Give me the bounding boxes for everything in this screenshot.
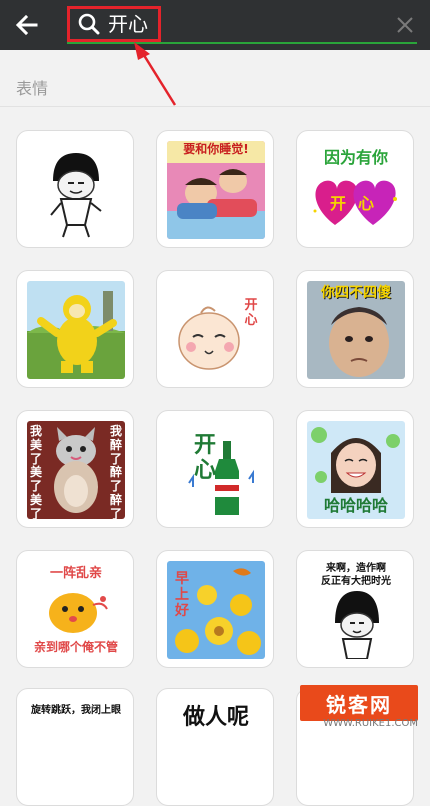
- sticker-baby-face: 开心: [167, 281, 265, 379]
- watermark-url: WWW.RUIKE1.COM: [323, 718, 418, 729]
- sticker-tile[interactable]: [16, 270, 134, 388]
- sticker-boy-photo: 你四不四傻: [307, 281, 405, 379]
- sticker-caption: 你四不四傻: [321, 285, 391, 301]
- sticker-caption-2: 反正有大把时光: [321, 576, 391, 587]
- sticker-grid: 要和你睡觉! 因为有你 开心 开心 你四不四傻 我美了美了美了 我醉了醉了醉了 …: [0, 0, 430, 806]
- sticker-caption-2: 亲到哪个俺不管: [33, 640, 118, 654]
- sticker-caption: 开心: [244, 298, 258, 328]
- sticker-tile[interactable]: 要和你睡觉!: [156, 130, 274, 248]
- sticker-caption: 一阵乱亲: [49, 566, 102, 581]
- sticker-caption-2: 开心: [329, 194, 386, 213]
- sticker-tile[interactable]: 开心: [156, 410, 274, 528]
- sticker-two-hearts: 因为有你 开心: [307, 141, 405, 239]
- sticker-caption: 早上好: [175, 571, 189, 620]
- sticker-caption: 要和你睡觉!: [183, 142, 249, 156]
- sticker-beer-bottle: 开心: [167, 421, 265, 519]
- sticker-spin-jump: 旋转跳跃，我闭上眼: [27, 699, 125, 797]
- sticker-be-a-person: 做人呢: [167, 699, 265, 797]
- sticker-caption: 旋转跳跃，我闭上眼: [31, 705, 121, 716]
- sticker-tile[interactable]: 一阵乱亲 亲到哪个俺不管: [16, 550, 134, 668]
- sticker-laughing-girl: 哈哈哈哈: [307, 421, 405, 519]
- sticker-tile[interactable]: 你四不四傻: [296, 270, 414, 388]
- sticker-caption: 哈哈哈哈: [323, 496, 388, 515]
- sticker-sleeping-kids: 要和你睡觉!: [167, 141, 265, 239]
- sticker-caption: 来啊，造作啊: [326, 563, 386, 574]
- sticker-yellow-blob: 一阵乱亲 亲到哪个俺不管: [27, 561, 125, 659]
- sticker-mushroom-head-2: 来啊，造作啊 反正有大把时光: [307, 561, 405, 659]
- sticker-flowers: 早上好: [167, 561, 265, 659]
- sticker-tile[interactable]: 做人呢: [156, 688, 274, 806]
- sticker-tile[interactable]: 哈哈哈哈: [296, 410, 414, 528]
- sticker-teletubby: [27, 281, 125, 379]
- sticker-tile[interactable]: 早上好: [156, 550, 274, 668]
- sticker-caption-2: 我醉了醉了醉了: [109, 424, 122, 519]
- sticker-tile[interactable]: 旋转跳跃，我闭上眼: [16, 688, 134, 806]
- sticker-tile[interactable]: 开心: [156, 270, 274, 388]
- sticker-caption: 因为有你: [323, 148, 388, 167]
- sticker-cat: 我美了美了美了 我醉了醉了醉了: [27, 421, 125, 519]
- sticker-tile[interactable]: 我美了美了美了 我醉了醉了醉了: [16, 410, 134, 528]
- sticker-caption: 开心: [193, 433, 238, 484]
- sticker-caption: 我美了美了美了: [29, 424, 42, 519]
- sticker-caption: 做人呢: [182, 705, 249, 730]
- sticker-mushroom-head: [27, 141, 125, 239]
- sticker-tile[interactable]: [16, 130, 134, 248]
- sticker-tile[interactable]: 因为有你 开心: [296, 130, 414, 248]
- sticker-tile[interactable]: 来啊，造作啊 反正有大把时光: [296, 550, 414, 668]
- site-watermark: 锐客网: [300, 685, 418, 721]
